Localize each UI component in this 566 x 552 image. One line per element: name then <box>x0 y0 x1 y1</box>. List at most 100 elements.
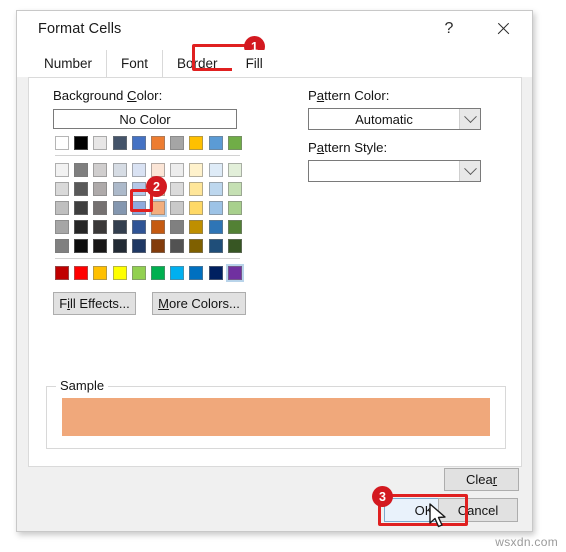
standard-color-swatch-6[interactable] <box>170 266 185 280</box>
pattern-style-combobox[interactable] <box>308 160 481 182</box>
theme-colors-row <box>55 136 242 150</box>
tab-list: Number Font Border Fill <box>30 47 277 77</box>
standard-color-swatch-3[interactable] <box>112 266 127 280</box>
tint-swatch-1-7[interactable] <box>189 182 204 196</box>
tint-swatch-0-0[interactable] <box>55 163 69 177</box>
more-colors-label: More Colors... <box>158 296 240 311</box>
theme-color-swatch-5[interactable] <box>150 136 165 150</box>
more-colors-button[interactable]: More Colors... <box>152 292 246 315</box>
tint-swatch-2-4[interactable] <box>131 201 146 215</box>
tint-swatch-3-1[interactable] <box>74 220 89 234</box>
format-cells-dialog: Format Cells ? Number Font Border Fill Back… <box>16 10 533 532</box>
tint-swatch-1-8[interactable] <box>208 182 223 196</box>
tint-swatch-0-3[interactable] <box>112 163 127 177</box>
close-button[interactable] <box>482 11 524 46</box>
dialog-title: Format Cells <box>38 21 122 37</box>
screenshot-root: Format Cells ? Number Font Border Fill Back… <box>0 0 566 552</box>
tab-border[interactable]: Border <box>162 50 232 77</box>
no-color-button[interactable]: No Color <box>53 109 237 129</box>
tint-swatch-3-5[interactable] <box>150 220 165 234</box>
ok-label: OK <box>414 502 434 518</box>
tint-swatch-3-9[interactable] <box>227 220 242 234</box>
tint-swatch-3-2[interactable] <box>93 220 108 234</box>
theme-color-swatch-6[interactable] <box>170 136 185 150</box>
fill-effects-button[interactable]: Fill Effects... <box>53 292 136 315</box>
pattern-color-combobox[interactable]: Automatic <box>308 108 481 130</box>
tint-swatch-4-6[interactable] <box>170 239 185 253</box>
theme-color-swatch-4[interactable] <box>131 136 146 150</box>
chevron-down-icon[interactable] <box>459 161 480 181</box>
tint-swatch-4-0[interactable] <box>55 239 69 253</box>
cancel-button[interactable]: Cancel <box>438 498 518 522</box>
tint-swatch-1-3[interactable] <box>112 182 127 196</box>
tint-swatch-4-7[interactable] <box>189 239 204 253</box>
tint-swatch-2-5[interactable] <box>148 199 167 217</box>
theme-color-swatch-7[interactable] <box>189 136 204 150</box>
annotation-badge-3: 3 <box>372 486 393 507</box>
tint-row-0 <box>55 163 242 177</box>
tint-swatch-2-0[interactable] <box>55 201 69 215</box>
tint-swatch-4-2[interactable] <box>93 239 108 253</box>
tint-swatch-0-2[interactable] <box>93 163 108 177</box>
chevron-down-icon[interactable] <box>459 109 480 129</box>
theme-color-swatch-1[interactable] <box>74 136 89 150</box>
tab-number[interactable]: Number <box>30 50 107 77</box>
tint-swatch-4-4[interactable] <box>131 239 146 253</box>
standard-color-swatch-7[interactable] <box>189 266 204 280</box>
tint-swatch-2-6[interactable] <box>170 201 185 215</box>
tint-swatch-2-9[interactable] <box>227 201 242 215</box>
tint-swatch-3-8[interactable] <box>208 220 223 234</box>
standard-color-swatch-0[interactable] <box>55 266 69 280</box>
tint-swatch-2-3[interactable] <box>112 201 127 215</box>
tint-swatch-3-4[interactable] <box>131 220 146 234</box>
tab-font[interactable]: Font <box>106 50 163 77</box>
tint-swatch-2-7[interactable] <box>189 201 204 215</box>
standard-colors-row <box>55 264 244 282</box>
tint-swatch-1-2[interactable] <box>93 182 108 196</box>
tint-swatch-2-2[interactable] <box>93 201 108 215</box>
tab-label: Border <box>177 56 218 71</box>
tint-swatch-0-6[interactable] <box>170 163 185 177</box>
tint-swatch-3-6[interactable] <box>170 220 185 234</box>
tint-swatch-2-8[interactable] <box>208 201 223 215</box>
tint-swatch-1-1[interactable] <box>74 182 89 196</box>
theme-color-swatch-8[interactable] <box>208 136 223 150</box>
tint-swatch-0-1[interactable] <box>74 163 89 177</box>
standard-color-swatch-8[interactable] <box>208 266 223 280</box>
tint-swatch-1-4[interactable] <box>131 182 146 196</box>
tint-swatch-1-9[interactable] <box>227 182 242 196</box>
tint-swatch-2-1[interactable] <box>74 201 89 215</box>
tint-swatch-3-7[interactable] <box>189 220 204 234</box>
tint-swatch-3-3[interactable] <box>112 220 127 234</box>
tint-swatch-0-9[interactable] <box>227 163 242 177</box>
pattern-color-value: Automatic <box>355 111 413 127</box>
tint-swatch-0-5[interactable] <box>150 163 165 177</box>
theme-color-swatch-2[interactable] <box>93 136 108 150</box>
clear-button[interactable]: Clear <box>444 468 519 491</box>
tint-swatch-0-7[interactable] <box>189 163 204 177</box>
tab-strip: Number Font Border Fill <box>17 47 532 77</box>
tint-swatch-4-3[interactable] <box>112 239 127 253</box>
pattern-color-label: Pattern Color: <box>308 88 390 103</box>
tint-swatch-0-8[interactable] <box>208 163 223 177</box>
close-icon <box>496 21 511 36</box>
tint-swatch-1-0[interactable] <box>55 182 69 196</box>
tint-swatch-4-8[interactable] <box>208 239 223 253</box>
help-button[interactable]: ? <box>428 11 470 46</box>
tint-swatch-4-5[interactable] <box>150 239 165 253</box>
standard-color-swatch-9[interactable] <box>225 264 244 282</box>
tint-swatch-4-9[interactable] <box>227 239 242 253</box>
clear-label: Clear <box>465 472 498 487</box>
theme-color-swatch-3[interactable] <box>112 136 127 150</box>
standard-color-swatch-1[interactable] <box>74 266 89 280</box>
tint-swatch-0-4[interactable] <box>131 163 146 177</box>
tint-swatch-1-6[interactable] <box>170 182 185 196</box>
theme-color-swatch-0[interactable] <box>55 136 69 150</box>
tint-swatch-4-1[interactable] <box>74 239 89 253</box>
tint-swatch-3-0[interactable] <box>55 220 69 234</box>
standard-color-swatch-4[interactable] <box>131 266 146 280</box>
standard-color-swatch-2[interactable] <box>93 266 108 280</box>
standard-color-swatch-5[interactable] <box>150 266 165 280</box>
theme-color-swatch-9[interactable] <box>227 136 242 150</box>
tab-fill[interactable]: Fill <box>231 50 277 77</box>
